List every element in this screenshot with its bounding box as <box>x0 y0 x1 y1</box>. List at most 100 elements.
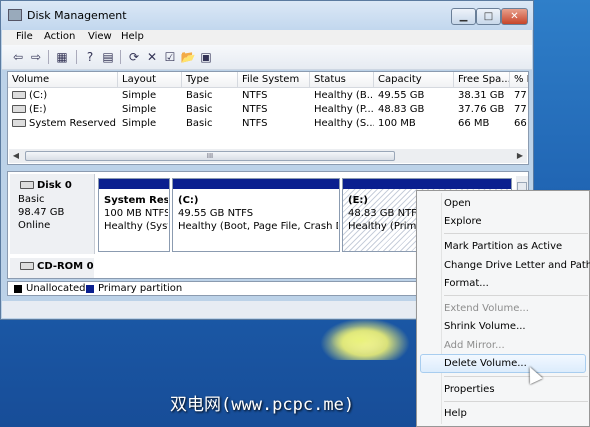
status-cell: Healthy (S... <box>314 118 374 129</box>
disk-0-label[interactable]: Disk 0 Basic 98.47 GB Online <box>10 174 95 254</box>
menu-file[interactable]: File <box>16 31 33 42</box>
watermark-text: 双电网(www.pcpc.me) <box>170 395 355 415</box>
drive-icon <box>12 119 26 127</box>
menu-item-format[interactable]: Format... <box>444 278 489 289</box>
delete-icon[interactable]: ✕ <box>144 49 160 65</box>
status-cell: Healthy (P... <box>314 104 374 115</box>
layout-cell: Simple <box>122 90 157 101</box>
toolbar: ⇦ ⇨ ▦ ? ▤ ⟳ ✕ ☑ 📂 ▣ <box>2 45 532 70</box>
status-cell: Healthy (B... <box>314 90 374 101</box>
menu-item-open[interactable]: Open <box>444 198 471 209</box>
capacity-cell: 100 MB <box>378 118 416 129</box>
capacity-cell: 48.83 GB <box>378 104 425 115</box>
menu-item-delete-volume[interactable]: Delete Volume... <box>444 358 527 369</box>
partition-c[interactable]: (C:) 49.55 GB NTFS Healthy (Boot, Page F… <box>172 178 340 252</box>
table-row[interactable]: (E:) Simple Basic NTFS Healthy (P... 48.… <box>8 103 528 117</box>
table-row[interactable]: (C:) Simple Basic NTFS Healthy (B... 49.… <box>8 89 528 103</box>
menu-item-mark-active[interactable]: Mark Partition as Active <box>444 241 562 252</box>
help-icon[interactable]: ? <box>82 49 98 65</box>
volume-list[interactable]: Volume Layout Type File System Status Ca… <box>7 71 529 165</box>
disk-icon <box>20 181 34 189</box>
disk-type: Basic <box>18 194 45 205</box>
legend-unallocated: Unallocated <box>26 283 86 294</box>
menu-action[interactable]: Action <box>44 31 75 42</box>
toolbar-separator <box>48 50 49 64</box>
type-cell: Basic <box>186 90 213 101</box>
percent-free-cell: 66 <box>514 118 527 129</box>
type-cell: Basic <box>186 118 213 129</box>
menu-item-shrink-volume[interactable]: Shrink Volume... <box>444 321 526 332</box>
menu-item-add-mirror: Add Mirror... <box>444 340 505 351</box>
volume-name: (E:) <box>29 104 47 115</box>
title-bar[interactable]: Disk Management ▁ □ ✕ <box>1 1 533 30</box>
type-cell: Basic <box>186 104 213 115</box>
percent-free-cell: 77 <box>514 104 527 115</box>
disk-status: Online <box>18 220 51 231</box>
disk-name: Disk 0 <box>20 180 72 191</box>
column-header-layout[interactable]: Layout <box>118 72 182 88</box>
open-folder-icon[interactable]: 📂 <box>180 49 196 65</box>
table-row[interactable]: System Reserved Simple Basic NTFS Health… <box>8 117 528 131</box>
menu-gutter <box>441 193 442 424</box>
menu-item-help[interactable]: Help <box>444 408 467 419</box>
partition-size: 100 MB NTFS <box>104 208 168 219</box>
menu-separator <box>444 376 588 377</box>
drive-icon <box>12 105 26 113</box>
menu-item-extend-volume: Extend Volume... <box>444 303 529 314</box>
horizontal-scrollbar[interactable]: ◀ III ▶ <box>9 149 527 163</box>
menu-item-change-drive-letter[interactable]: Change Drive Letter and Paths... <box>444 260 590 271</box>
maximize-button[interactable]: □ <box>476 8 501 25</box>
file-system-cell: NTFS <box>242 90 268 101</box>
scroll-left-icon[interactable]: ◀ <box>9 149 23 163</box>
column-header-status[interactable]: Status <box>310 72 374 88</box>
console-tree-icon[interactable]: ▦ <box>54 49 70 65</box>
column-header-file-system[interactable]: File System <box>238 72 310 88</box>
window-title: Disk Management <box>27 9 127 22</box>
primary-partition-band <box>173 179 339 189</box>
cdrom-name-text: CD-ROM 0 <box>37 261 94 272</box>
column-header-volume[interactable]: Volume <box>8 72 118 88</box>
partition-system-reserved[interactable]: System Rese 100 MB NTFS Healthy (Syste <box>98 178 170 252</box>
menu-bar: File Action View Help <box>2 30 532 45</box>
partition-status: Healthy (Boot, Page File, Crash Dum <box>178 221 338 232</box>
menu-help[interactable]: Help <box>121 31 144 42</box>
settings-icon[interactable]: ▣ <box>198 49 214 65</box>
file-system-cell: NTFS <box>242 118 268 129</box>
close-button[interactable]: ✕ <box>501 8 528 25</box>
toolbar-separator <box>120 50 121 64</box>
column-header-capacity[interactable]: Capacity <box>374 72 454 88</box>
primary-partition-swatch <box>86 285 94 293</box>
column-header-percent-free[interactable]: % F <box>510 72 528 88</box>
cdrom-name: CD-ROM 0 <box>20 261 94 272</box>
scroll-thumb[interactable]: III <box>25 151 395 161</box>
refresh-icon[interactable]: ⟳ <box>126 49 142 65</box>
check-icon[interactable]: ☑ <box>162 49 178 65</box>
menu-item-properties[interactable]: Properties <box>444 384 495 395</box>
column-header-free-space[interactable]: Free Spa... <box>454 72 510 88</box>
disk-name-text: Disk 0 <box>37 180 72 191</box>
cdrom-0-label[interactable]: CD-ROM 0 <box>10 258 94 278</box>
partition-name: (C:) <box>178 195 199 206</box>
primary-partition-band <box>343 179 511 189</box>
menu-item-explore[interactable]: Explore <box>444 216 482 227</box>
cdrom-icon <box>20 262 34 270</box>
menu-separator <box>444 401 588 402</box>
unallocated-swatch <box>14 285 22 293</box>
menu-view[interactable]: View <box>88 31 112 42</box>
column-header-type[interactable]: Type <box>182 72 238 88</box>
drive-icon <box>12 91 26 99</box>
menu-separator <box>444 295 588 296</box>
back-arrow-icon[interactable]: ⇦ <box>10 49 26 65</box>
scroll-right-icon[interactable]: ▶ <box>513 149 527 163</box>
layout-cell: Simple <box>122 118 157 129</box>
volume-cell: (E:) <box>8 103 118 117</box>
forward-arrow-icon[interactable]: ⇨ <box>28 49 44 65</box>
minimize-button[interactable]: ▁ <box>451 8 476 25</box>
volume-cell: System Reserved <box>8 117 118 131</box>
properties-icon[interactable]: ▤ <box>100 49 116 65</box>
partition-status: Healthy (Syste <box>104 221 168 232</box>
primary-partition-band <box>99 179 169 189</box>
free-space-cell: 37.76 GB <box>458 104 505 115</box>
context-menu: Open Explore Mark Partition as Active Ch… <box>416 190 590 427</box>
volume-name: (C:) <box>29 90 48 101</box>
